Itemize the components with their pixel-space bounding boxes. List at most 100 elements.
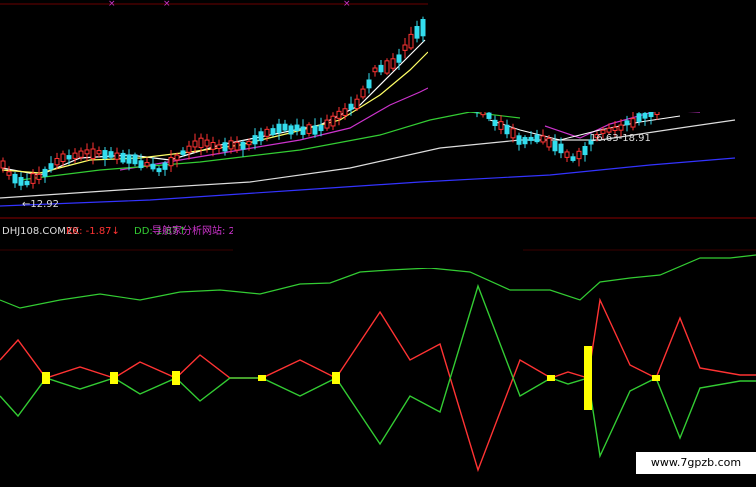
- candle-body: [306, 124, 312, 134]
- candle-body: [582, 146, 588, 156]
- candle-body: [192, 140, 198, 148]
- watermark-label: www.7gpzb.com: [636, 452, 756, 474]
- cross-bar-5: [547, 375, 555, 381]
- candle-body: [174, 154, 180, 161]
- candle-body: [150, 163, 156, 170]
- candle-body: [198, 137, 204, 149]
- candle-body: [18, 177, 24, 186]
- candle-body: [216, 144, 222, 150]
- top-marker-0: ×: [108, 0, 116, 9]
- candle-body: [228, 140, 234, 150]
- candle-body: [0, 160, 6, 169]
- candle-body: [294, 124, 300, 131]
- low-price-label: ←12.92: [22, 199, 59, 210]
- candle-body: [492, 119, 498, 127]
- candle-body: [282, 123, 288, 131]
- candle-body: [636, 113, 642, 122]
- candle-body: [528, 136, 534, 141]
- candle-body: [48, 163, 54, 170]
- candle-body: [402, 44, 408, 51]
- candle-body: [108, 151, 114, 158]
- candle-body: [348, 103, 354, 110]
- candle-body: [36, 173, 42, 180]
- candle-body: [120, 152, 126, 163]
- candle-body: [264, 128, 270, 137]
- candle-body: [546, 137, 552, 148]
- candle-body: [168, 157, 174, 167]
- candle-body: [72, 152, 78, 159]
- candle-body: [42, 168, 48, 177]
- candle-body: [396, 54, 402, 63]
- candle-body: [552, 140, 558, 152]
- candle-body: [612, 126, 618, 131]
- cross-bar-2: [172, 371, 180, 385]
- candle-body: [276, 123, 282, 133]
- legend-kk: KK: -1.87↓: [66, 226, 120, 237]
- candle-body: [60, 153, 66, 163]
- candle-body: [312, 125, 318, 135]
- candle-body: [78, 150, 84, 158]
- candle-body: [606, 127, 612, 133]
- candle-body: [516, 135, 522, 145]
- candle-body: [300, 126, 306, 135]
- candle-body: [510, 128, 516, 139]
- candle-body: [234, 141, 240, 151]
- candle-body: [126, 154, 132, 164]
- candle-body: [414, 26, 420, 39]
- candle-body: [252, 135, 258, 145]
- candle-body: [6, 171, 12, 176]
- candle-body: [240, 141, 246, 150]
- candle-body: [12, 173, 18, 184]
- cross-bar-7: [652, 375, 660, 381]
- candle-body: [342, 108, 348, 116]
- candle-body: [222, 142, 228, 152]
- top-marker-2: ×: [343, 0, 351, 9]
- candle-body: [132, 154, 138, 165]
- candle-body: [420, 19, 426, 37]
- candle-body: [624, 120, 630, 126]
- cover-box-top-right: [428, 0, 756, 112]
- candle-body: [408, 33, 414, 49]
- candle-body: [84, 149, 90, 155]
- candle-body: [180, 150, 186, 155]
- candle-body: [642, 112, 648, 119]
- candle-body: [96, 150, 102, 155]
- candle-body: [90, 148, 96, 159]
- candle-body: [366, 79, 372, 89]
- candle-body: [54, 157, 60, 166]
- candle-body: [156, 168, 162, 173]
- candle-body: [522, 137, 528, 145]
- candle-body: [534, 134, 540, 143]
- candle-body: [144, 162, 150, 167]
- candle-body: [570, 156, 576, 161]
- candle-body: [504, 124, 510, 135]
- candle-body: [258, 131, 264, 142]
- candle-body: [372, 67, 378, 73]
- candle-body: [324, 119, 330, 129]
- candle-body: [288, 125, 294, 135]
- candle-body: [558, 143, 564, 154]
- candle-body: [390, 58, 396, 69]
- candle-body: [102, 150, 108, 159]
- candle-body: [378, 64, 384, 73]
- cross-bar-0: [42, 372, 50, 384]
- candle-body: [30, 173, 36, 184]
- candle-body: [360, 88, 366, 98]
- candle-body: [210, 142, 216, 150]
- candle-body: [270, 128, 276, 135]
- candle-body: [540, 135, 546, 143]
- range-price-label: 16.63-18.91: [590, 133, 651, 144]
- candle-body: [66, 155, 72, 160]
- candle-body: [246, 140, 252, 146]
- candle-body: [138, 160, 144, 169]
- cross-bar-6: [584, 346, 592, 410]
- candle-body: [564, 151, 570, 158]
- candle-body: [498, 121, 504, 130]
- candle-body: [648, 110, 654, 118]
- candle-body: [162, 162, 168, 170]
- candle-body: [336, 110, 342, 119]
- chart-stage: × × × ←12.9216.63-18.91 DHJ108.COM20KK: -1…: [0, 0, 756, 487]
- top-marker-1: ×: [163, 0, 171, 9]
- candle-body: [114, 152, 120, 160]
- candle-body: [354, 98, 360, 110]
